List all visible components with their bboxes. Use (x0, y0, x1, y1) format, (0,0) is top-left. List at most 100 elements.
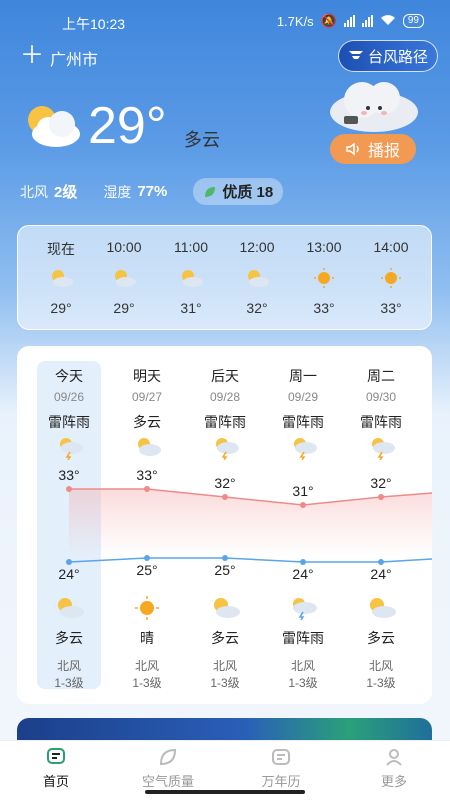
tab-label: 首页 (42, 774, 69, 789)
hour-time: 10:00 (106, 239, 142, 255)
city-name[interactable]: 广州市 (50, 46, 98, 70)
hour-item: 13:00 33° (291, 226, 357, 326)
day-item[interactable]: 明天 09/27 多云 晴 北风 1-3级 (108, 346, 186, 704)
home-icon (47, 748, 65, 764)
home-indicator (145, 790, 305, 794)
tab-label: 更多 (380, 774, 407, 789)
day-name: 今天 (55, 368, 83, 384)
day-date: 09/26 (53, 390, 85, 404)
hour-item: 12:00 32° (224, 226, 290, 326)
day-item[interactable]: 今天 09/26 雷阵雨 多云 北风 1-3级 (30, 346, 108, 704)
partly-cloudy-icon (115, 270, 136, 287)
day-item[interactable]: 周二 09/30 雷阵雨 多云 北风 1-3级 (342, 346, 420, 704)
thunderstorm-icon (216, 438, 239, 460)
sun-icon (381, 268, 401, 288)
day-condition: 雷阵雨 (282, 414, 324, 430)
partly-cloudy-icon (214, 598, 240, 618)
hour-temp: 33° (313, 300, 335, 316)
current-condition: 多云 (184, 130, 220, 150)
low-temp-label: 24° (58, 566, 80, 582)
tab-calendar[interactable]: 万年历 (225, 747, 337, 790)
thunderstorm-icon (372, 438, 395, 460)
weather-details: 北风 2级 湿度 77% 优质 18 (20, 178, 284, 205)
low-temp-label: 25° (214, 562, 236, 578)
tab-air-quality[interactable]: 空气质量 (112, 747, 224, 790)
night-condition: 多云 (55, 630, 83, 646)
partly-cloudy-icon (182, 270, 203, 287)
current-temperature: 29° (88, 97, 167, 155)
low-temp-label: 24° (292, 566, 314, 582)
hour-item: 11:00 31° (158, 226, 224, 326)
partly-cloudy-icon (370, 598, 396, 618)
hour-item: 10:00 29° (91, 226, 157, 326)
hour-temp: 32° (246, 300, 268, 316)
leaf-icon (159, 748, 177, 766)
night-condition: 多云 (367, 630, 395, 646)
day-condition: 多云 (133, 414, 161, 430)
speaker-icon (346, 142, 359, 156)
partly-cloudy-icon (58, 598, 84, 618)
tab-label: 空气质量 (141, 774, 194, 789)
wind-level: 1-3级 (132, 676, 162, 690)
hour-temp: 29° (50, 300, 72, 316)
air-quality-badge[interactable]: 优质 18 (193, 178, 284, 205)
sun-icon (314, 268, 334, 288)
day-date: 09/30 (365, 390, 397, 404)
mute-icon: 🔕 (320, 13, 337, 28)
high-temp-label: 32° (214, 475, 236, 491)
humidity-value: 77% (137, 183, 168, 200)
hourly-forecast[interactable]: 现在 29° 10:00 29° 11:00 31° 12:00 32° 13:… (17, 225, 432, 330)
high-temp-label: 33° (58, 467, 80, 483)
humidity-label: 湿度 (103, 183, 132, 200)
signal-icon-2 (361, 15, 373, 27)
tab-home[interactable]: 首页 (0, 747, 112, 790)
high-temp-label: 31° (292, 483, 314, 499)
day-name: 周一 (289, 368, 317, 384)
air-quality-value: 优质 18 (222, 184, 274, 201)
hour-time: 现在 (47, 241, 75, 257)
thunderstorm-icon (294, 438, 317, 460)
hour-time: 11:00 (174, 239, 208, 255)
day-item[interactable]: 周一 09/29 雷阵雨 雷阵雨 北风 1-3级 (264, 346, 342, 704)
wind-label: 北风 (20, 183, 48, 200)
high-temp-label: 33° (136, 467, 158, 483)
day-condition: 雷阵雨 (204, 414, 246, 430)
broadcast-button[interactable]: 播报 (330, 134, 416, 164)
day-name: 后天 (211, 368, 239, 384)
broadcast-label: 播报 (367, 143, 400, 160)
thunderstorm-icon (60, 438, 83, 460)
calendar-icon (272, 749, 290, 765)
day-item[interactable]: 后天 09/28 雷阵雨 多云 北风 1-3级 (186, 346, 264, 704)
wind-direction: 北风 (368, 659, 393, 673)
battery-icon: 99 (402, 14, 424, 28)
typhoon-path-button[interactable]: 台风路径 (338, 40, 438, 72)
night-condition: 多云 (211, 630, 239, 646)
wifi-icon (380, 14, 396, 29)
hour-time: 14:00 (373, 239, 409, 255)
typhoon-path-label: 台风路径 (367, 48, 428, 66)
top-bar: ＋ 广州市 台风路径 (0, 40, 450, 74)
tab-more[interactable]: 更多 (338, 747, 450, 790)
signal-icon (343, 15, 355, 27)
cloud-mascot-icon (330, 82, 418, 132)
day-condition: 雷阵雨 (48, 414, 90, 430)
status-icons: 1.7K/s 🔕 99 (277, 13, 424, 29)
daily-forecast[interactable]: 今天 09/26 雷阵雨 多云 北风 1-3级 明天 09/27 多云 晴 北风… (17, 346, 432, 704)
day-condition: 雷阵雨 (360, 414, 402, 430)
plus-icon[interactable]: ＋ (20, 44, 44, 68)
day-date: 09/27 (131, 390, 163, 404)
tab-label: 万年历 (261, 774, 301, 789)
partly-cloudy-icon (28, 106, 80, 147)
wind-direction: 北风 (290, 659, 315, 673)
wind-level: 1-3级 (288, 676, 318, 690)
day-name: 周二 (367, 368, 395, 384)
wind-level: 1-3级 (366, 676, 396, 690)
hour-temp: 33° (380, 300, 402, 316)
status-time: 上午10:23 (62, 16, 126, 32)
partly-cloudy-icon (52, 270, 73, 287)
wind-level: 1-3级 (210, 676, 240, 690)
day-date: 09/29 (287, 390, 319, 404)
network-speed: 1.7K/s (276, 13, 314, 29)
day-name: 明天 (133, 368, 161, 384)
partly-cloudy-icon (138, 438, 161, 456)
